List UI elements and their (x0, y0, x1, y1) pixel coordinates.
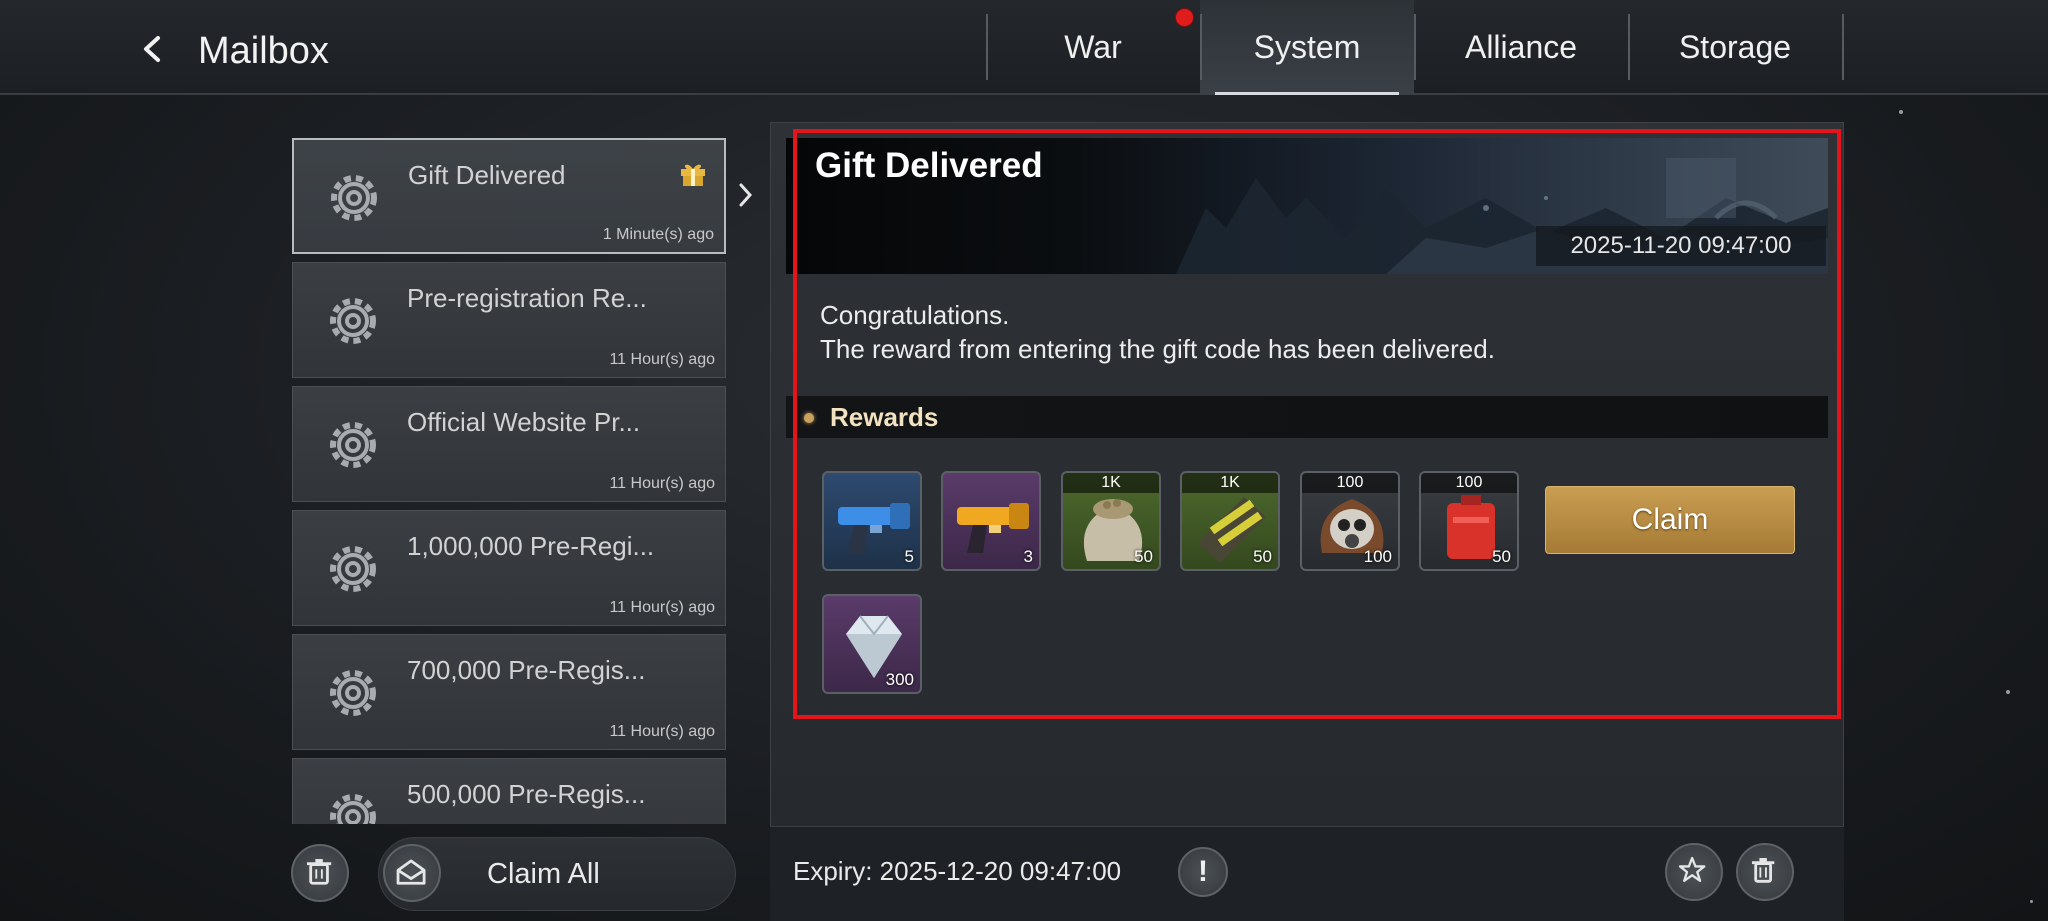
reward-item-diamond[interactable]: 300 (822, 594, 922, 694)
reward-count: 100 (1363, 547, 1392, 566)
claim-all-label: Claim All (487, 858, 600, 890)
mail-list[interactable]: Gift Delivered 1 Minute(s) ago Pre-regis… (292, 138, 728, 824)
rewards-label: Rewards (830, 402, 939, 432)
mail-title: 700,000 Pre-Regis... (407, 655, 646, 685)
notification-dot (1175, 8, 1194, 27)
trash-icon (1751, 858, 1775, 883)
reward-tag: 100 (1302, 473, 1398, 493)
tab-label: Storage (1678, 29, 1792, 65)
mail-body-line: The reward from entering the gift code h… (820, 334, 1495, 364)
reward-count: 50 (1492, 547, 1511, 566)
reward-count: 5 (904, 547, 914, 566)
reward-count: 50 (1134, 547, 1153, 566)
rewards-header (786, 396, 1828, 438)
mail-item-gift-delivered[interactable]: Gift Delivered 1 Minute(s) ago (292, 138, 726, 254)
page-title: Mailbox (198, 30, 329, 72)
mail-body-line: Congratulations. (820, 300, 1010, 330)
reward-item-wood-bundle[interactable]: 1K 50 (1180, 471, 1280, 571)
mail-title: Gift Delivered (408, 160, 566, 190)
mail-detail-title: Gift Delivered (815, 146, 1043, 185)
reward-tag: 1K (1063, 473, 1159, 493)
reward-count: 300 (885, 670, 914, 689)
tab-divider (1842, 14, 1844, 80)
tab-war[interactable]: War (986, 0, 1200, 95)
reward-tag: 100 (1421, 473, 1517, 493)
mail-item-700000-pre-reg[interactable]: 700,000 Pre-Regis... 11 Hour(s) ago (292, 634, 726, 750)
expiry-text: Expiry: 2025-12-20 09:47:00 (793, 856, 1122, 886)
background-speck (1899, 110, 1903, 114)
envelope-button (383, 844, 441, 902)
claim-all-button[interactable]: Claim All (378, 837, 736, 911)
mail-title: Pre-registration Re... (407, 283, 647, 313)
reward-item-gold-flare-gun[interactable]: 3 (941, 471, 1041, 571)
delete-button[interactable] (1736, 843, 1794, 901)
reward-count: 50 (1253, 547, 1272, 566)
gear-icon (330, 422, 376, 468)
tab-system[interactable]: System (1200, 0, 1414, 95)
gear-icon (330, 546, 376, 592)
mail-time: 11 Hour(s) ago (609, 723, 715, 740)
gear-icon (330, 298, 376, 344)
chevron-right-icon (739, 183, 753, 207)
mail-time: 1 Minute(s) ago (602, 226, 714, 243)
gift-icon (681, 164, 705, 186)
open-envelope-icon (396, 859, 426, 885)
rewards-bullet-icon (804, 413, 814, 423)
favorite-button[interactable] (1665, 843, 1723, 901)
mail-title: 500,000 Pre-Regis... (407, 779, 646, 809)
tab-label: War (1064, 29, 1122, 65)
tab-label: System (1253, 29, 1361, 65)
reward-item-supply-sack[interactable]: 1K 50 (1061, 471, 1161, 571)
mail-item-500000-pre-reg[interactable]: 500,000 Pre-Regis... (292, 758, 726, 824)
claim-button[interactable]: Claim (1545, 486, 1795, 554)
star-icon (1678, 856, 1706, 883)
delete-read-button[interactable] (291, 844, 349, 902)
background-speck (2006, 690, 2010, 694)
expiry-info-button[interactable]: ! (1178, 847, 1228, 897)
mail-time: 11 Hour(s) ago (609, 351, 715, 368)
tab-storage[interactable]: Storage (1628, 0, 1842, 95)
tab-label: Alliance (1464, 29, 1578, 65)
mail-item-pre-registration[interactable]: Pre-registration Re... 11 Hour(s) ago (292, 262, 726, 378)
reward-item-blue-flare-gun[interactable]: 5 (822, 471, 922, 571)
mail-body: Congratulations. The reward from enterin… (820, 298, 1495, 366)
mail-detail-date: 2025-11-20 09:47:00 (1536, 226, 1826, 266)
mail-item-1000000-pre-reg[interactable]: 1,000,000 Pre-Regi... 11 Hour(s) ago (292, 510, 726, 626)
back-arrow-icon[interactable] (138, 34, 168, 64)
gear-icon (331, 175, 377, 221)
reward-item-fuel-can[interactable]: 100 50 (1419, 471, 1519, 571)
mail-title: 1,000,000 Pre-Regi... (407, 531, 655, 561)
mail-item-official-website[interactable]: Official Website Pr... 11 Hour(s) ago (292, 386, 726, 502)
mail-time: 11 Hour(s) ago (609, 475, 715, 492)
top-bar: Mailbox War System Alliance Storage (0, 0, 2048, 95)
reward-tag: 1K (1182, 473, 1278, 493)
reward-item-gas-mask[interactable]: 100 100 (1300, 471, 1400, 571)
trash-mail-icon (306, 859, 332, 885)
mail-time: 11 Hour(s) ago (609, 599, 715, 616)
mail-title: Official Website Pr... (407, 407, 641, 437)
background-speck (2030, 900, 2033, 903)
tab-alliance[interactable]: Alliance (1414, 0, 1628, 95)
gear-icon (330, 794, 376, 824)
gear-icon (330, 670, 376, 716)
reward-count: 3 (1023, 547, 1033, 566)
